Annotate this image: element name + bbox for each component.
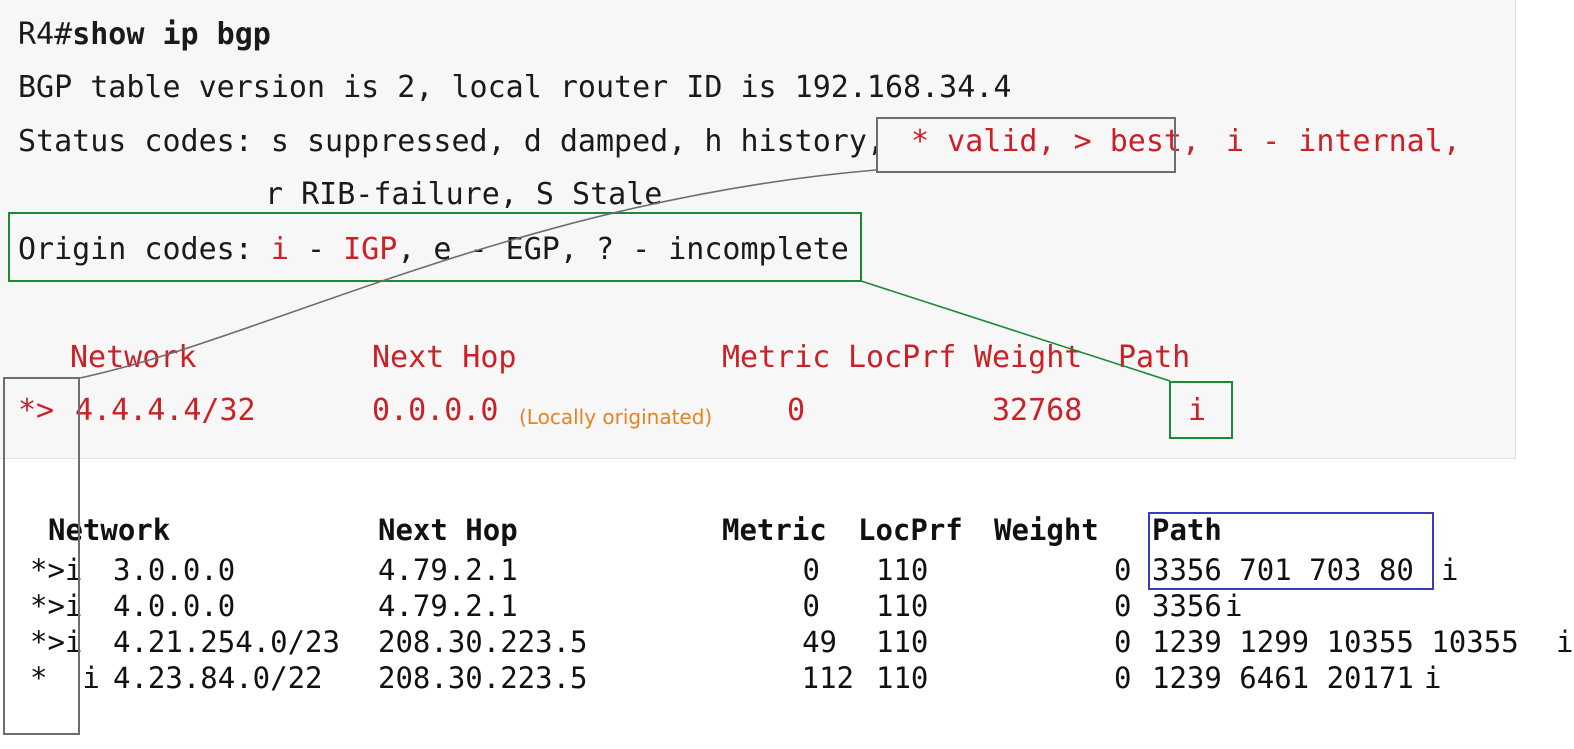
bgp-row-next-hop: 4.79.2.1 <box>378 553 518 587</box>
bgp-row-weight: 0 <box>1114 589 1132 623</box>
console-row-network: 4.4.4.4/32 <box>75 393 256 428</box>
console-row-metric: 0 <box>787 393 806 428</box>
bgp-row-weight: 0 <box>1114 625 1132 659</box>
console-row-next-hop: 0.0.0.0 <box>372 393 499 428</box>
annotation-box-status-column <box>3 377 80 735</box>
bgp-row-metric: 0 <box>802 553 820 587</box>
status-codes-line: Status codes: s suppressed, d damped, h … <box>18 127 1461 157</box>
bgp-header-next-hop: Next Hop <box>378 513 518 547</box>
bgp-table-version-line: BGP table version is 2, local router ID … <box>18 70 1012 105</box>
bgp-row-locprf: 110 <box>876 553 929 587</box>
bgp-row-metric: 112 <box>801 661 854 695</box>
bgp-row-origin: i <box>1424 661 1442 695</box>
bgp-row-metric: 49 <box>802 625 837 659</box>
bgp-row-origin: i <box>1556 625 1574 659</box>
annotation-box-path-origin-value <box>1169 381 1233 439</box>
status-codes-tail: i - internal, <box>1208 124 1461 159</box>
bgp-row-origin: i <box>1225 589 1243 623</box>
console-table-header-path: Path <box>1118 340 1191 375</box>
bgp-header-metric: Metric <box>722 513 827 547</box>
console-command: show ip bgp <box>72 17 271 52</box>
bgp-row-path: 3356 <box>1152 589 1222 623</box>
bgp-row-weight: 0 <box>1114 661 1132 695</box>
console-table-header-network: Network <box>70 340 197 375</box>
bgp-row-network: 4.21.254.0/23 <box>113 625 340 659</box>
bgp-row-next-hop: 208.30.223.5 <box>378 625 588 659</box>
status-codes-label: Status codes: s suppressed, d damped, h … <box>18 124 904 159</box>
console-row-weight: 32768 <box>992 393 1083 428</box>
bgp-row-network: 4.23.84.0/22 <box>113 661 323 695</box>
bgp-row-path: 1239 6461 20171 <box>1152 661 1414 695</box>
console-prompt: R4# <box>18 17 73 52</box>
bgp-row-next-hop: 208.30.223.5 <box>378 661 588 695</box>
console-row-next-hop-note: (Locally originated) <box>519 405 713 429</box>
bgp-row-weight: 0 <box>1114 553 1132 587</box>
console-table-header-weight: Weight <box>974 340 1083 375</box>
bgp-row-path: 1239 1299 10355 10355 <box>1152 625 1519 659</box>
console-table-header-locprf: LocPrf <box>848 340 957 375</box>
bgp-header-locprf: LocPrf <box>858 513 963 547</box>
bgp-row-locprf: 110 <box>876 661 929 695</box>
bgp-header-weight: Weight <box>994 513 1099 547</box>
console-table-header-metric: Metric <box>722 340 831 375</box>
bgp-row-locprf: 110 <box>876 625 929 659</box>
bgp-row-metric: 0 <box>802 589 820 623</box>
bgp-row-locprf: 110 <box>876 589 929 623</box>
bgp-row-origin: i <box>1441 553 1459 587</box>
annotation-box-path-column <box>1148 512 1434 590</box>
bgp-row-network: 4.0.0.0 <box>113 589 236 623</box>
bgp-row-next-hop: 4.79.2.1 <box>378 589 518 623</box>
bgp-row-network: 3.0.0.0 <box>113 553 236 587</box>
status-codes-line-2: r RIB-failure, S Stale <box>265 177 663 212</box>
console-command-line: R4#show ip bgp <box>18 20 271 50</box>
console-table-header-next-hop: Next Hop <box>372 340 517 375</box>
annotation-box-origin-codes <box>8 212 862 282</box>
annotation-box-status-codes <box>876 117 1176 173</box>
